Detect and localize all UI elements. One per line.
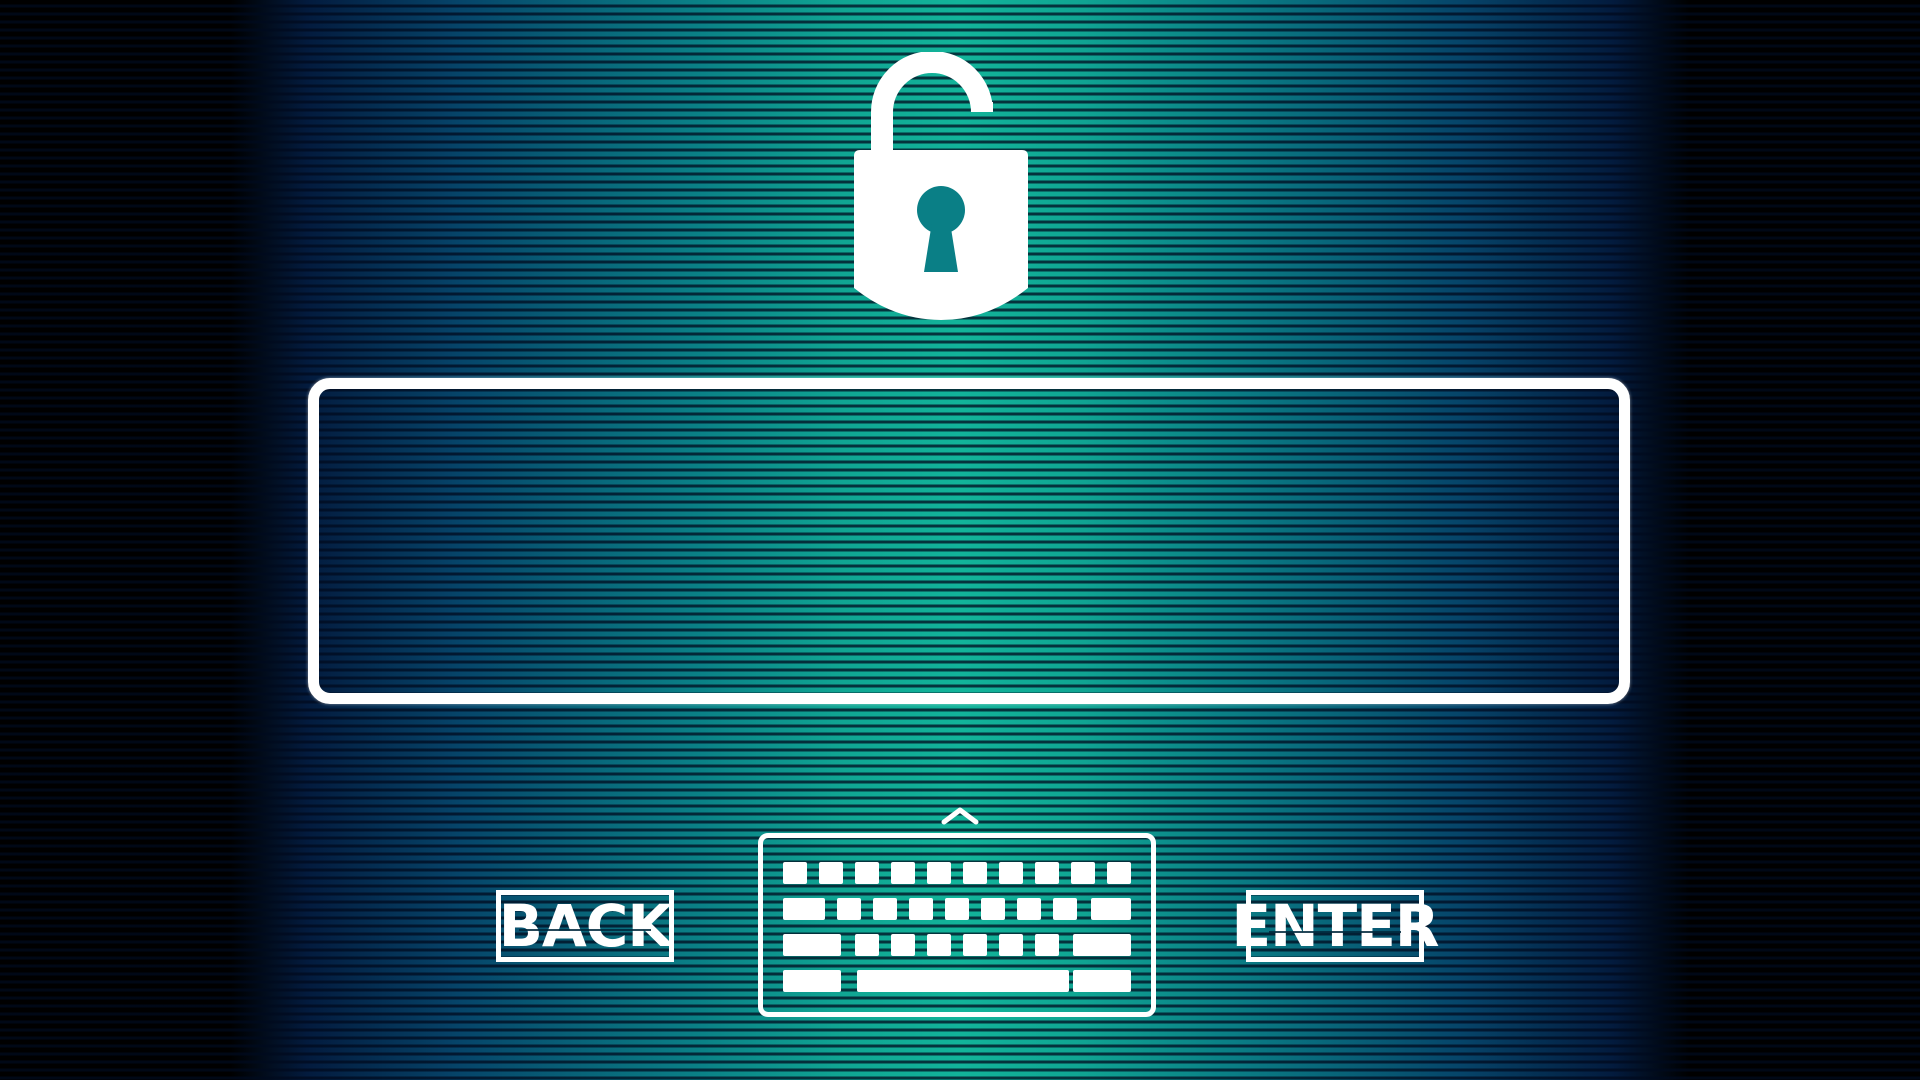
key-icon xyxy=(1073,934,1131,956)
key-icon xyxy=(855,934,879,956)
key-icon xyxy=(783,934,841,956)
key-icon xyxy=(873,898,897,920)
key-icon xyxy=(837,898,861,920)
key-icon xyxy=(1053,898,1077,920)
key-icon xyxy=(1107,862,1131,884)
glitch-line xyxy=(519,929,651,931)
key-icon xyxy=(963,862,987,884)
key-icon xyxy=(783,862,807,884)
back-button[interactable]: BACK xyxy=(496,890,674,962)
key-icon xyxy=(1035,934,1059,956)
key-icon xyxy=(963,934,987,956)
key-icon xyxy=(891,934,915,956)
key-icon xyxy=(927,862,951,884)
key-icon xyxy=(783,898,825,920)
keyboard-toggle-button[interactable] xyxy=(754,800,1166,1028)
key-icon xyxy=(927,934,951,956)
key-icon xyxy=(999,862,1023,884)
key-icon xyxy=(945,898,969,920)
key-icon xyxy=(909,898,933,920)
key-icon xyxy=(783,970,841,992)
key-icon xyxy=(981,898,1005,920)
key-icon xyxy=(999,934,1023,956)
back-button-label: BACK xyxy=(498,892,673,960)
key-icon xyxy=(1073,970,1131,992)
password-field[interactable] xyxy=(308,378,1630,704)
unlocked-padlock-icon xyxy=(854,52,1028,320)
spacebar-key-icon xyxy=(857,970,1069,992)
key-icon xyxy=(855,862,879,884)
keyboard-icon xyxy=(758,833,1156,1017)
unlock-screen: BACK ENTER xyxy=(0,0,1920,1080)
key-icon xyxy=(819,862,843,884)
chevron-up-icon xyxy=(941,807,979,825)
key-icon xyxy=(1091,898,1131,920)
enter-button[interactable]: ENTER xyxy=(1232,890,1440,962)
key-icon xyxy=(1035,862,1059,884)
enter-button-label: ENTER xyxy=(1231,892,1440,960)
glitch-line xyxy=(1269,931,1401,933)
key-icon xyxy=(1071,862,1095,884)
key-icon xyxy=(1017,898,1041,920)
key-icon xyxy=(891,862,915,884)
